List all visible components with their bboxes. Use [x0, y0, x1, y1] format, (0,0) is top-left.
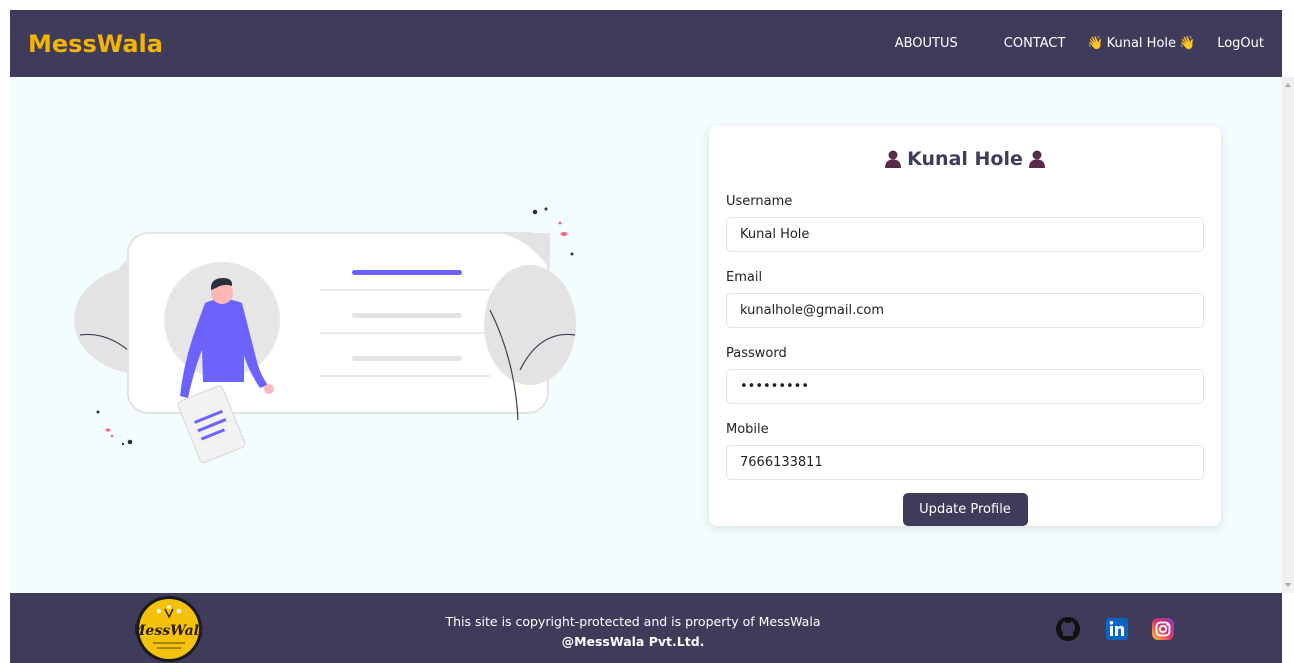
password-field[interactable] [726, 369, 1204, 404]
profile-name: Kunal Hole [907, 148, 1023, 170]
github-icon[interactable] [1055, 616, 1081, 642]
linkedin-icon[interactable] [1104, 616, 1130, 642]
footer: MessWala This site is copyright-protecte… [10, 593, 1282, 663]
password-label: Password [726, 346, 787, 361]
footer-copyright-line: This site is copyright-protected and is … [445, 614, 821, 629]
wave-icon: 👋 [1087, 36, 1104, 51]
profile-title: Kunal Hole [726, 146, 1204, 172]
logout-link[interactable]: LogOut [1217, 36, 1264, 51]
scrollbar[interactable] [1282, 77, 1294, 593]
nav-link-contact[interactable]: CONTACT [1004, 36, 1066, 51]
nav-links: ABOUTUS CONTACT 👋 Kunal Hole 👋 LogOut [849, 36, 1264, 51]
scroll-up-arrow-icon[interactable] [1285, 83, 1291, 87]
instagram-icon[interactable] [1150, 616, 1176, 642]
profile-card: Kunal Hole Username Email Password Mobil… [709, 126, 1221, 526]
nav-user-name: Kunal Hole [1106, 36, 1177, 51]
navbar: MessWala ABOUTUS CONTACT 👋 Kunal Hole 👋 … [10, 10, 1282, 77]
footer-copyright: This site is copyright-protected and is … [410, 612, 856, 652]
brand-logo[interactable]: MessWala [28, 30, 163, 58]
update-profile-button[interactable]: Update Profile [902, 493, 1028, 526]
scroll-down-arrow-icon[interactable] [1285, 583, 1291, 587]
mobile-label: Mobile [726, 422, 769, 437]
nav-user: 👋 Kunal Hole 👋 [1087, 36, 1195, 51]
footer-company: @MessWala Pvt.Ltd. [561, 634, 705, 649]
user-icon [885, 150, 902, 168]
email-field[interactable] [726, 293, 1204, 328]
messwala-logo-icon[interactable]: MessWala [135, 595, 203, 663]
user-icon [1028, 150, 1045, 168]
username-field[interactable] [726, 217, 1204, 252]
logo-lettering: MessWala [135, 623, 203, 639]
mobile-field[interactable] [726, 445, 1204, 480]
nav-link-about[interactable]: ABOUTUS [895, 36, 958, 51]
username-label: Username [726, 194, 793, 209]
email-label: Email [726, 270, 763, 285]
button-wrapper: Update Profile [726, 493, 1204, 526]
wave-icon: 👋 [1179, 36, 1196, 51]
profile-illustration [74, 207, 576, 464]
